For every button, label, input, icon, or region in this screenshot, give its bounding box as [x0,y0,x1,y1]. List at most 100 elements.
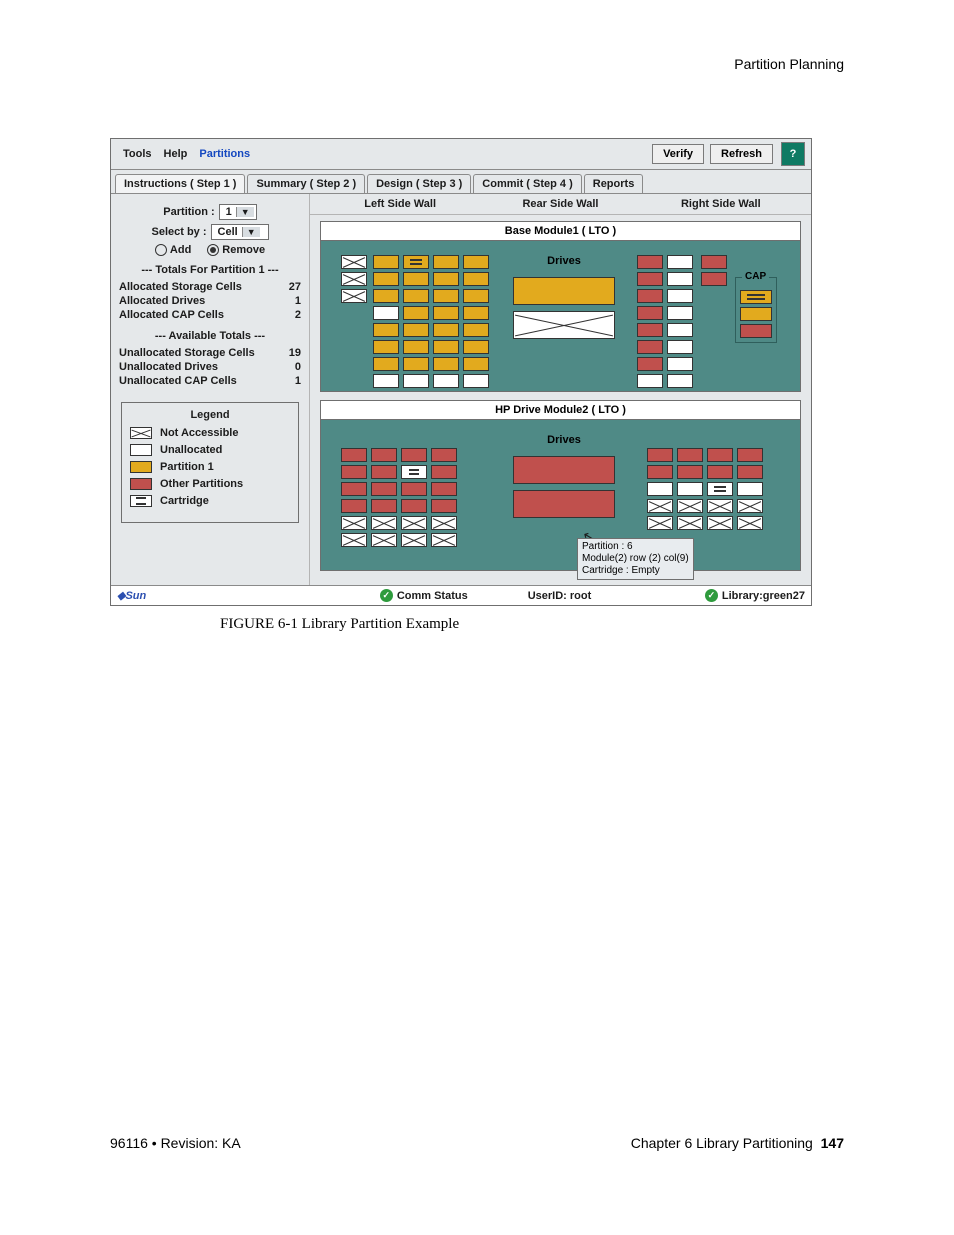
menu-partitions[interactable]: Partitions [193,146,256,162]
cell[interactable] [701,272,727,286]
cell[interactable] [371,533,397,547]
cell[interactable] [637,289,663,303]
drive-slot[interactable] [513,456,615,484]
cell[interactable] [637,357,663,371]
cell[interactable] [401,499,427,513]
cell[interactable] [403,255,429,269]
cell[interactable] [403,289,429,303]
cell[interactable] [463,306,489,320]
cell[interactable] [463,272,489,286]
tab-summary[interactable]: Summary ( Step 2 ) [247,174,365,193]
cell[interactable] [677,448,703,462]
cell[interactable] [637,340,663,354]
cell[interactable] [403,374,429,388]
cell[interactable] [341,272,367,286]
refresh-button[interactable]: Refresh [710,144,773,164]
drive-slot[interactable] [513,490,615,518]
cell[interactable] [401,482,427,496]
verify-button[interactable]: Verify [652,144,704,164]
cell[interactable] [463,357,489,371]
cell[interactable] [341,289,367,303]
cell[interactable] [667,289,693,303]
menu-help[interactable]: Help [158,146,194,162]
cell[interactable] [401,533,427,547]
cell[interactable] [373,272,399,286]
partition-dropdown[interactable]: 1 ▼ [219,204,257,220]
selectby-dropdown[interactable]: Cell ▼ [211,224,269,240]
cell[interactable] [647,465,673,479]
tab-commit[interactable]: Commit ( Step 4 ) [473,174,581,193]
cell[interactable] [341,533,367,547]
help-icon[interactable]: ? [781,142,805,166]
cell[interactable] [463,255,489,269]
cell[interactable] [433,357,459,371]
cell[interactable] [737,499,763,513]
tab-reports[interactable]: Reports [584,174,644,193]
cell[interactable] [403,323,429,337]
cell[interactable] [373,323,399,337]
cap-cell[interactable] [740,307,772,321]
cell[interactable] [431,516,457,530]
cell[interactable] [373,374,399,388]
cell[interactable] [431,465,457,479]
cell[interactable] [707,516,733,530]
cell[interactable] [707,499,733,513]
cap-cell[interactable] [740,290,772,304]
cell[interactable] [433,323,459,337]
cell[interactable] [647,516,673,530]
tab-design[interactable]: Design ( Step 3 ) [367,174,471,193]
cell[interactable] [667,340,693,354]
cell[interactable] [371,448,397,462]
cell[interactable] [431,482,457,496]
cell[interactable] [433,255,459,269]
cell[interactable] [341,499,367,513]
cell[interactable] [463,340,489,354]
cell[interactable] [433,306,459,320]
cell[interactable] [433,272,459,286]
cell[interactable] [667,255,693,269]
cell[interactable] [677,516,703,530]
cell[interactable] [667,272,693,286]
cell[interactable] [341,255,367,269]
cell[interactable] [401,516,427,530]
cell[interactable] [667,306,693,320]
cell[interactable] [707,448,733,462]
cell[interactable] [647,482,673,496]
cell[interactable] [433,340,459,354]
cell[interactable] [707,482,733,496]
cap-cell[interactable] [740,324,772,338]
drive-slot[interactable] [513,311,615,339]
menu-tools[interactable]: Tools [117,146,158,162]
cell[interactable] [341,482,367,496]
cell[interactable] [433,289,459,303]
cell[interactable] [371,465,397,479]
cell[interactable] [403,340,429,354]
cell[interactable] [667,374,693,388]
cell[interactable] [371,516,397,530]
cell[interactable] [401,448,427,462]
cell[interactable] [341,448,367,462]
cell[interactable] [737,448,763,462]
cell[interactable] [403,357,429,371]
cell[interactable] [707,465,733,479]
cell[interactable] [431,533,457,547]
radio-remove[interactable]: Remove [207,244,265,256]
cell[interactable] [647,448,673,462]
cell[interactable] [403,306,429,320]
cell[interactable] [667,323,693,337]
cell[interactable] [677,465,703,479]
cell[interactable] [637,306,663,320]
cell[interactable] [341,516,367,530]
cell[interactable] [463,289,489,303]
cell[interactable] [373,289,399,303]
cell[interactable] [637,272,663,286]
drive-slot[interactable] [513,277,615,305]
radio-add[interactable]: Add [155,244,191,256]
cell[interactable] [647,499,673,513]
cell[interactable] [677,482,703,496]
cell[interactable] [373,340,399,354]
cell[interactable] [637,374,663,388]
cell[interactable] [373,255,399,269]
cell[interactable] [677,499,703,513]
cell[interactable] [341,465,367,479]
